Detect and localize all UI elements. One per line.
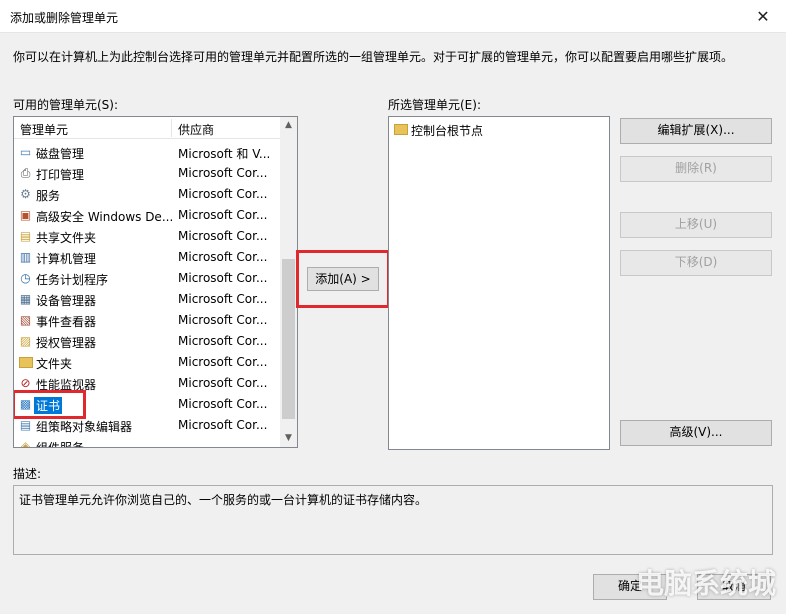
dialog-body: 你可以在计算机上为此控制台选择可用的管理单元并配置所选的一组管理单元。对于可扩展…: [0, 33, 786, 614]
device-icon: ▦: [19, 292, 32, 306]
highlight-box-add: [296, 250, 390, 308]
window-title: 添加或删除管理单元: [10, 11, 119, 25]
snapin-vendor: Microsoft Cor...: [178, 166, 268, 180]
snapin-name: 设备管理器: [36, 294, 97, 308]
available-snapins-list[interactable]: 管理单元 供应商 ▭ 磁盘管理 Microsoft 和 V... ⎙ 打印管理 Micro…: [13, 116, 298, 448]
snapin-vendor: Microsoft Cor...: [178, 229, 268, 243]
snapin-row[interactable]: 文件夹 Microsoft Cor...: [14, 352, 294, 373]
scroll-thumb[interactable]: [282, 259, 295, 419]
list-item[interactable]: 控制台根节点: [389, 119, 609, 140]
snapin-row[interactable]: ⎙ 打印管理 Microsoft Cor...: [14, 163, 294, 184]
snapin-vendor: Microsoft Cor...: [178, 376, 268, 390]
snapin-name: 打印管理: [36, 168, 85, 182]
list-scrollbar[interactable]: ▲ ▼: [280, 117, 297, 447]
scroll-up-icon[interactable]: ▲: [280, 117, 297, 134]
snapin-name: 组策略对象编辑器: [36, 420, 133, 434]
snapin-name: 计算机管理: [36, 252, 97, 266]
folder-icon: [393, 122, 408, 137]
snapin-row[interactable]: ▧ 事件查看器 Microsoft Cor...: [14, 310, 294, 331]
snapin-name: 服务: [36, 189, 61, 203]
remove-button[interactable]: 删除(R): [620, 156, 772, 182]
snapin-row[interactable]: ▨ 授权管理器 Microsoft Cor...: [14, 331, 294, 352]
snapin-vendor: Microsoft Cor...: [178, 271, 268, 285]
description-box: 证书管理单元允许你浏览自己的、一个服务的或一台计算机的证书存储内容。: [13, 485, 773, 555]
advanced-button[interactable]: 高级(V)...: [620, 420, 772, 446]
perf-icon: ⊘: [20, 376, 31, 390]
description-text: 证书管理单元允许你浏览自己的、一个服务的或一台计算机的证书存储内容。: [19, 493, 428, 507]
snapin-vendor: Microsoft Cor...: [178, 250, 268, 264]
move-up-button[interactable]: 上移(U): [620, 212, 772, 238]
column-header-name[interactable]: 管理单元: [20, 121, 68, 138]
snapin-name: 任务计划程序: [36, 273, 109, 287]
selected-snapins-list[interactable]: 控制台根节点: [388, 116, 610, 450]
snapin-row[interactable]: ▤ 共享文件夹 Microsoft Cor...: [14, 226, 294, 247]
move-down-button[interactable]: 下移(D): [620, 250, 772, 276]
snapin-name: 组件服务: [36, 441, 85, 448]
console-root-label: 控制台根节点: [411, 124, 484, 138]
snapin-name: 磁盘管理: [36, 147, 85, 161]
scroll-down-icon[interactable]: ▼: [280, 430, 297, 447]
snapin-row[interactable]: ▤ 组策略对象编辑器 Microsoft Cor...: [14, 415, 294, 436]
event-icon: ▧: [19, 313, 32, 327]
snapin-vendor: Microsoft Cor...: [178, 334, 268, 348]
printer-icon: ⎙: [20, 166, 31, 180]
selected-label: 所选管理单元(E):: [388, 98, 481, 112]
auth-icon: ▨: [19, 334, 32, 348]
firewall-icon: ▣: [19, 208, 32, 222]
snapin-vendor: Microsoft 和 V...: [178, 147, 271, 161]
title-bar: 添加或删除管理单元 ✕: [0, 0, 786, 33]
edit-extensions-button[interactable]: 编辑扩展(X)...: [620, 118, 772, 144]
snapin-name: 事件查看器: [36, 315, 97, 329]
column-header-vendor[interactable]: 供应商: [178, 121, 214, 138]
snapin-vendor: Microsoft Cor...: [178, 355, 268, 369]
close-icon[interactable]: ✕: [740, 0, 786, 32]
snapin-vendor: Microsoft Cor...: [178, 418, 268, 432]
snapin-vendor: Microsoft Cor...: [178, 208, 268, 222]
intro-text: 你可以在计算机上为此控制台选择可用的管理单元并配置所选的一组管理单元。对于可扩展…: [13, 50, 734, 64]
snapin-row[interactable]: ⚙ 服务 Microsoft Cor...: [14, 184, 294, 205]
snapin-row[interactable]: ▥ 计算机管理 Microsoft Cor...: [14, 247, 294, 268]
available-label: 可用的管理单元(S):: [13, 98, 119, 112]
snapin-vendor: Microsoft Cor...: [178, 187, 268, 201]
disk-icon: ▭: [19, 145, 32, 159]
snapin-row[interactable]: ▭ 磁盘管理 Microsoft 和 V...: [14, 142, 294, 163]
list-header: 管理单元 供应商: [14, 117, 294, 139]
snapin-name: 文件夹: [36, 357, 73, 371]
snapin-name: 高级安全 Windows De...: [36, 210, 174, 224]
component-icon: ◈: [20, 439, 31, 448]
watermark-logo: 电脑系统城: [635, 567, 776, 600]
snapin-row[interactable]: ▣ 高级安全 Windows De... Microsoft Cor...: [14, 205, 294, 226]
snapin-name: 共享文件夹: [36, 231, 97, 245]
clock-icon: ◷: [20, 271, 31, 285]
policy-icon: ▤: [19, 418, 32, 432]
computer-icon: ▥: [19, 250, 32, 264]
snapin-vendor: Microsoft Cor...: [178, 292, 268, 306]
snapin-vendor: Microsoft Cor...: [178, 397, 268, 411]
snapin-row[interactable]: ▦ 设备管理器 Microsoft Cor...: [14, 289, 294, 310]
snapin-name: 授权管理器: [36, 336, 97, 350]
snapin-row[interactable]: ◷ 任务计划程序 Microsoft Cor...: [14, 268, 294, 289]
folder-icon: [18, 355, 33, 370]
gear-icon: ⚙: [20, 187, 31, 201]
share-folder-icon: ▤: [19, 229, 32, 243]
snapin-row[interactable]: ◈ 组件服务: [14, 436, 294, 448]
snapin-vendor: Microsoft Cor...: [178, 313, 268, 327]
column-divider[interactable]: [171, 119, 172, 137]
description-label: 描述:: [13, 467, 42, 481]
